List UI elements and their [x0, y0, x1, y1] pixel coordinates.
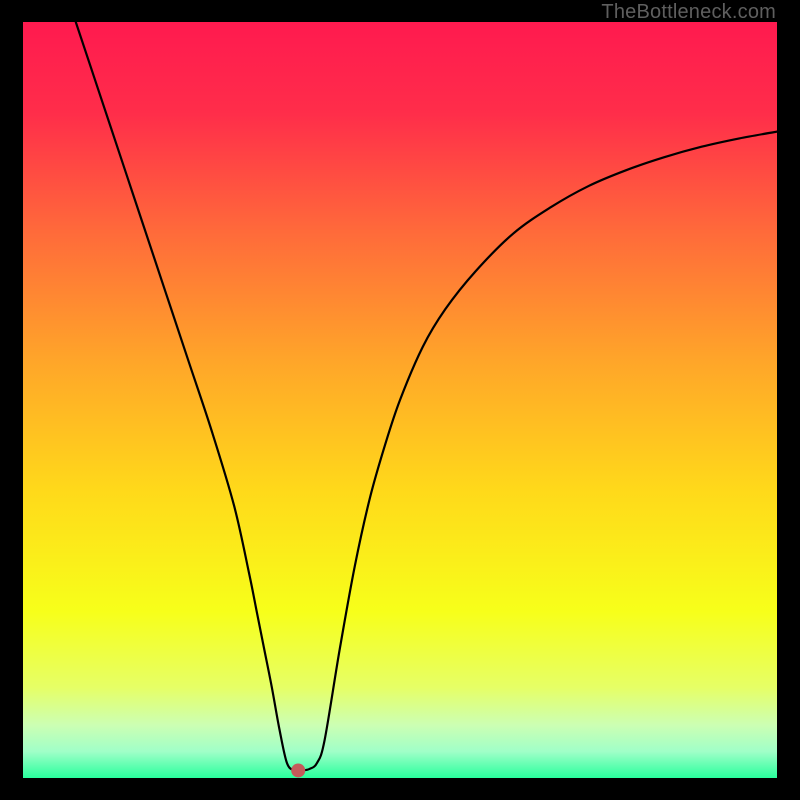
chart-svg [23, 22, 777, 778]
optimum-marker [291, 763, 305, 777]
watermark-text: TheBottleneck.com [601, 1, 776, 24]
plot-area [23, 22, 777, 778]
chart-frame: TheBottleneck.com [0, 0, 800, 800]
